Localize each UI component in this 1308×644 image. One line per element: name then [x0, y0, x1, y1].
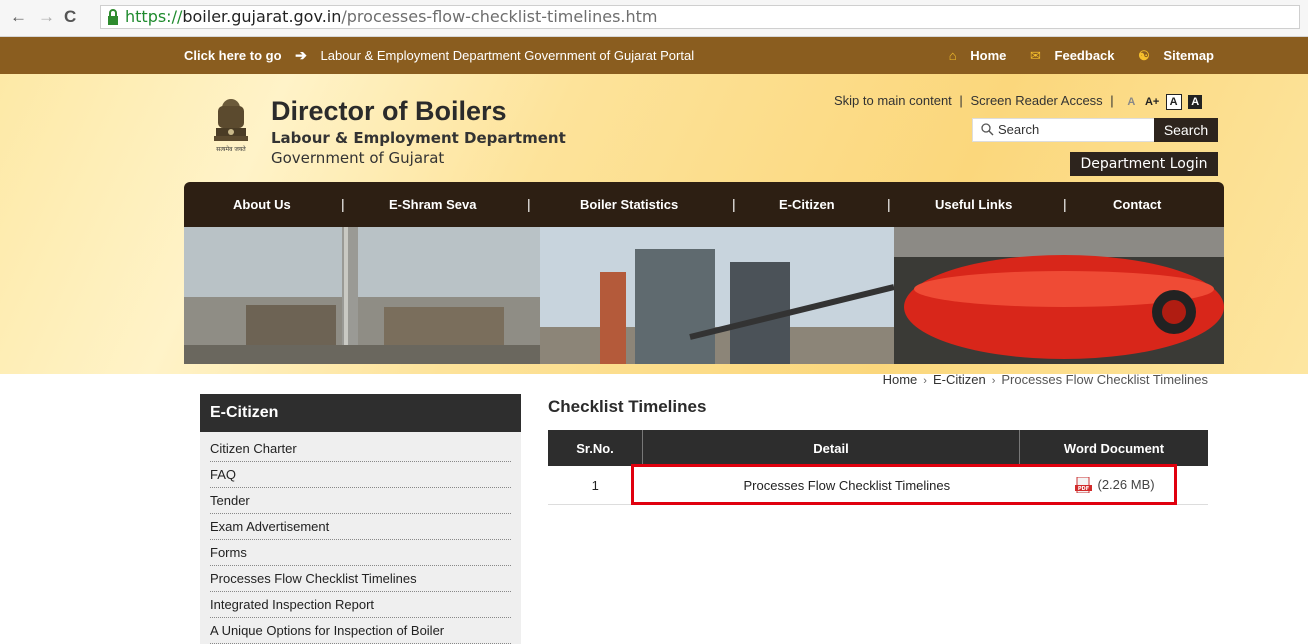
url-host: boiler.gujarat.gov.in	[182, 7, 342, 26]
search-icon	[981, 123, 994, 136]
portal-link-row[interactable]: Click here to go ➔ Labour & Employment D…	[184, 37, 694, 74]
search-placeholder: Search	[998, 122, 1040, 137]
font-decrease-button[interactable]: A	[1124, 95, 1138, 109]
sidebar-item-exam-advertisement[interactable]: Exam Advertisement	[210, 514, 511, 540]
sidebar-item-unique-options[interactable]: A Unique Options for Inspection of Boile…	[210, 618, 511, 644]
sidebar-item-forms[interactable]: Forms	[210, 540, 511, 566]
utility-links: ⌂ Home ✉ Feedback ☯ Sitemap	[929, 37, 1214, 74]
forward-arrow-icon[interactable]: →	[38, 8, 55, 26]
department-name: Labour & Employment Department	[271, 129, 566, 147]
top-strip: Click here to go ➔ Labour & Employment D…	[0, 37, 1308, 74]
site-title[interactable]: Director of Boilers	[271, 96, 507, 127]
nav-e-shram-seva[interactable]: E-Shram Seva	[389, 182, 476, 227]
nav-contact[interactable]: Contact	[1113, 182, 1161, 227]
government-name: Government of Gujarat	[271, 149, 445, 167]
right-arrow-icon: ➔	[295, 47, 307, 63]
column-header-detail: Detail	[642, 430, 1020, 466]
breadcrumb: Home › E-Citizen › Processes Flow Checklist …	[882, 372, 1208, 387]
sidebar: E-Citizen Citizen Charter FAQ Tender Exa…	[200, 394, 521, 644]
department-login-button[interactable]: Department Login	[1070, 152, 1218, 176]
search-input[interactable]: Search	[972, 118, 1155, 142]
breadcrumb-section[interactable]: E-Citizen	[933, 372, 986, 387]
cell-srno: 1	[548, 466, 643, 505]
sidebar-list: Citizen Charter FAQ Tender Exam Advertis…	[200, 432, 521, 644]
click-here-text: Click here to go	[184, 48, 282, 63]
highlight-box	[631, 464, 1177, 505]
sidebar-item-faq[interactable]: FAQ	[210, 462, 511, 488]
banner-image-red-vessel	[894, 227, 1224, 364]
nav-useful-links[interactable]: Useful Links	[935, 182, 1012, 227]
breadcrumb-home[interactable]: Home	[883, 372, 918, 387]
national-emblem-icon: सत्यमेव जयते	[214, 99, 248, 153]
main-nav: About Us | E-Shram Seva | Boiler Statist…	[184, 182, 1224, 227]
home-label: Home	[970, 48, 1007, 63]
page-title: Checklist Timelines	[548, 397, 707, 416]
column-header-word-document: Word Document	[1019, 430, 1208, 466]
table-header-row: Sr.No. Detail Word Document	[548, 430, 1208, 466]
sidebar-item-tender[interactable]: Tender	[210, 488, 511, 514]
sidebar-item-inspection-report[interactable]: Integrated Inspection Report	[210, 592, 511, 618]
mail-icon: ✉	[1030, 48, 1041, 63]
nav-about-us[interactable]: About Us	[233, 182, 291, 227]
back-arrow-icon[interactable]: ←	[10, 8, 27, 26]
accessibility-bar: Skip to main content | Screen Reader Acc…	[834, 93, 1203, 110]
skip-to-content-link[interactable]: Skip to main content	[834, 93, 952, 108]
sitemap-link[interactable]: ☯ Sitemap	[1128, 48, 1214, 63]
sitemap-label: Sitemap	[1163, 48, 1214, 63]
sidebar-item-processes-flow[interactable]: Processes Flow Checklist Timelines	[210, 566, 511, 592]
breadcrumb-current: Processes Flow Checklist Timelines	[1001, 372, 1208, 387]
nav-separator: |	[887, 196, 891, 212]
contrast-light-button[interactable]: A	[1165, 93, 1182, 110]
url-text: https://boiler.gujarat.gov.in/processes-…	[125, 6, 658, 28]
screen-reader-link[interactable]: Screen Reader Access	[970, 93, 1102, 108]
feedback-link[interactable]: ✉ Feedback	[1020, 48, 1115, 63]
feedback-label: Feedback	[1054, 48, 1115, 63]
address-bar[interactable]: https://boiler.gujarat.gov.in/processes-…	[100, 5, 1300, 29]
home-link[interactable]: ⌂ Home	[939, 48, 1007, 63]
sidebar-item-citizen-charter[interactable]: Citizen Charter	[210, 436, 511, 462]
url-protocol: https://	[125, 7, 183, 26]
search-button[interactable]: Search	[1154, 118, 1218, 142]
home-icon: ⌂	[948, 48, 957, 63]
nav-separator: |	[1063, 196, 1067, 212]
portal-link[interactable]: Labour & Employment Department Governmen…	[321, 48, 695, 63]
browser-toolbar: ← → C https://boiler.gujarat.gov.in/proc…	[0, 0, 1308, 37]
url-path: /processes-flow-checklist-timelines.htm	[341, 7, 658, 26]
nav-separator: |	[527, 196, 531, 212]
nav-boiler-statistics[interactable]: Boiler Statistics	[580, 182, 678, 227]
banner-images	[184, 227, 1224, 364]
nav-separator: |	[341, 196, 345, 212]
lock-icon	[108, 9, 118, 25]
sitemap-icon: ☯	[1138, 48, 1150, 63]
sidebar-heading: E-Citizen	[200, 394, 521, 432]
nav-separator: |	[732, 196, 736, 212]
contrast-dark-button[interactable]: A	[1188, 94, 1203, 109]
column-header-srno: Sr.No.	[548, 430, 643, 466]
banner-image-plant	[184, 227, 540, 364]
emblem-motto: सत्यमेव जयते	[216, 145, 246, 153]
nav-e-citizen[interactable]: E-Citizen	[779, 182, 835, 227]
reload-icon[interactable]: C	[64, 8, 76, 26]
banner-image-boiler-structure	[540, 227, 894, 364]
font-increase-button[interactable]: A+	[1145, 95, 1159, 109]
